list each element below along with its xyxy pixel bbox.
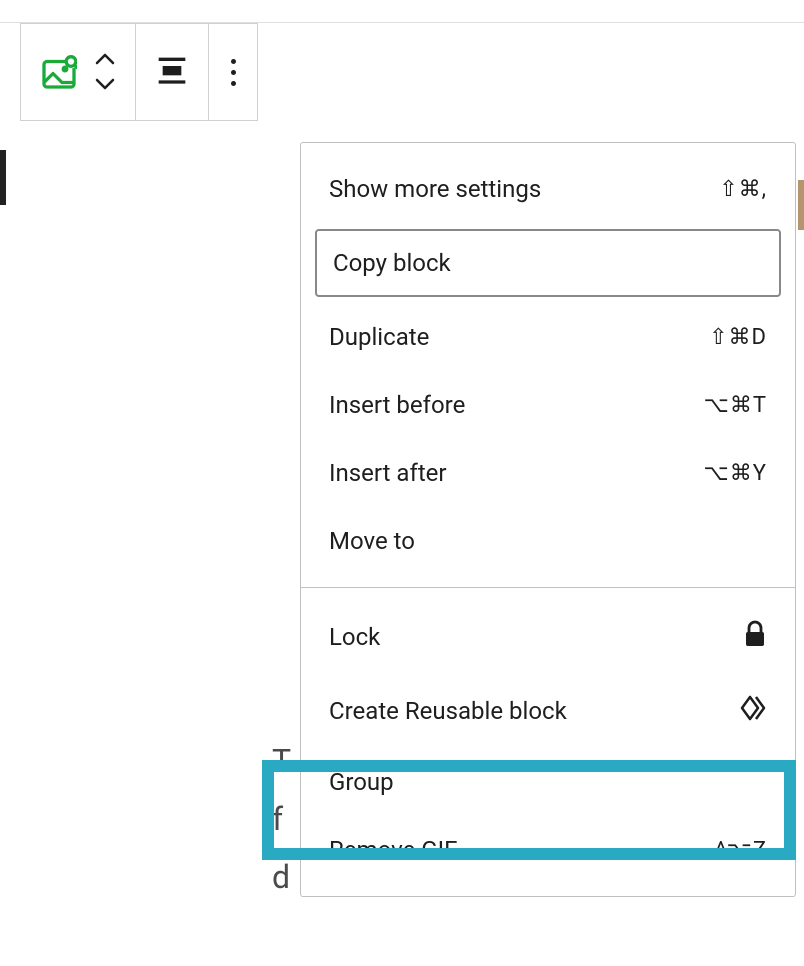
menu-item-duplicate[interactable]: Duplicate ⇧⌘D <box>301 303 795 371</box>
dot-icon <box>231 59 236 64</box>
keyboard-shortcut: ⇧⌘, <box>719 177 767 202</box>
menu-item-lock[interactable]: Lock <box>301 600 795 674</box>
more-options-button[interactable] <box>229 59 237 86</box>
menu-item-copy-block[interactable]: Copy block <box>315 229 781 297</box>
menu-group-actions: Lock Create Reusable block Group Remove … <box>301 588 795 896</box>
reusable-block-icon <box>739 694 767 728</box>
menu-item-remove-gif[interactable]: Remove GIF ^⌥Z <box>301 816 795 884</box>
keyboard-shortcut: ⌥⌘Y <box>703 461 767 486</box>
right-edge-fragment <box>798 180 804 230</box>
background-text-fragment: T <box>272 742 291 780</box>
block-mover <box>95 50 115 94</box>
align-section <box>136 24 209 120</box>
align-button[interactable] <box>156 54 188 90</box>
lock-icon <box>743 620 767 654</box>
menu-item-show-more-settings[interactable]: Show more settings ⇧⌘, <box>301 155 795 223</box>
keyboard-shortcut: ^⌥Z <box>716 838 767 863</box>
menu-item-label: Group <box>329 768 767 796</box>
more-section <box>209 24 257 120</box>
menu-item-label: Create Reusable block <box>329 697 739 725</box>
menu-item-label: Insert before <box>329 391 704 419</box>
background-text-fragment: f <box>272 800 283 838</box>
background-text-fragment: d <box>272 858 290 896</box>
image-block-icon[interactable] <box>41 54 77 90</box>
block-options-dropdown: Show more settings ⇧⌘, Copy block Duplic… <box>300 142 796 897</box>
keyboard-shortcut: ⌥⌘T <box>704 393 767 418</box>
block-toolbar <box>20 23 258 121</box>
menu-item-move-to[interactable]: Move to <box>301 507 795 575</box>
menu-item-label: Insert after <box>329 459 703 487</box>
left-edge-fragment <box>0 150 6 205</box>
menu-item-label: Move to <box>329 527 767 555</box>
menu-item-label: Duplicate <box>329 323 709 351</box>
dot-icon <box>231 70 236 75</box>
dot-icon <box>231 81 236 86</box>
menu-item-label: Show more settings <box>329 175 719 203</box>
menu-item-create-reusable[interactable]: Create Reusable block <box>301 674 795 748</box>
menu-item-label: Lock <box>329 623 743 651</box>
menu-item-insert-before[interactable]: Insert before ⌥⌘T <box>301 371 795 439</box>
keyboard-shortcut: ⇧⌘D <box>709 325 767 350</box>
menu-item-label: Copy block <box>333 249 763 277</box>
menu-item-label: Remove GIF <box>329 836 716 864</box>
menu-item-insert-after[interactable]: Insert after ⌥⌘Y <box>301 439 795 507</box>
menu-item-group[interactable]: Group <box>301 748 795 816</box>
menu-group-edit: Show more settings ⇧⌘, Copy block Duplic… <box>301 143 795 588</box>
block-type-mover-section <box>21 24 136 120</box>
move-up-button[interactable] <box>95 50 115 69</box>
move-down-button[interactable] <box>95 75 115 94</box>
